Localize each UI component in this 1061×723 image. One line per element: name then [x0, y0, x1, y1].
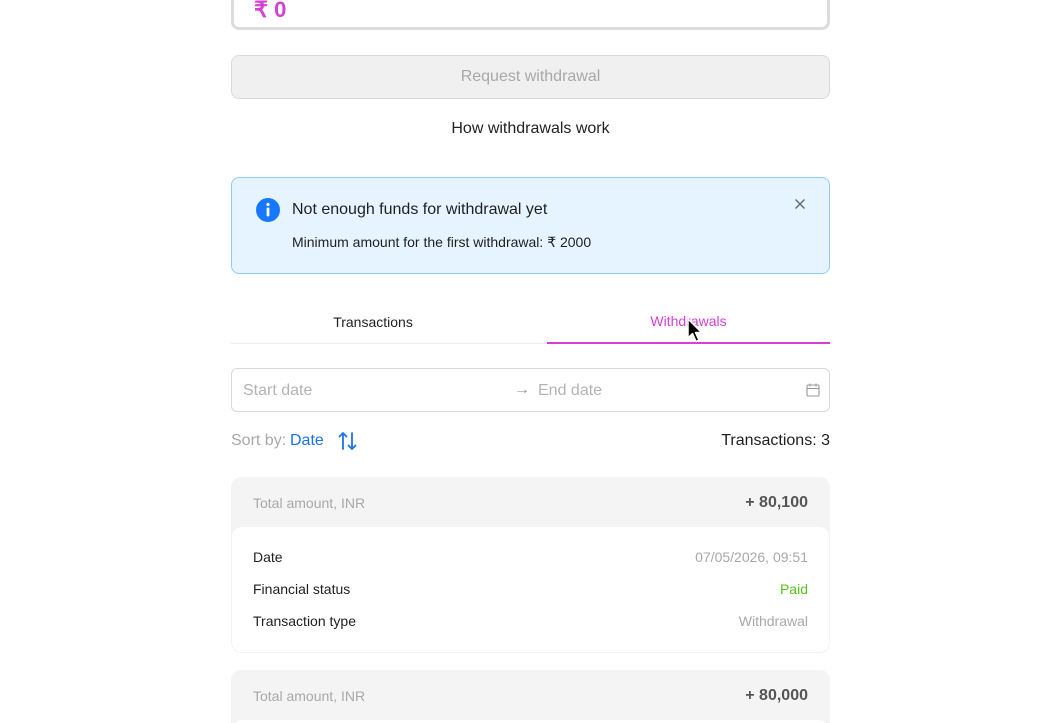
- row-key: Financial status: [253, 581, 351, 597]
- request-withdrawal-button[interactable]: Request withdrawal: [231, 55, 830, 99]
- total-amount-value: + 80,100: [745, 494, 808, 511]
- sort-label: Sort by:: [231, 432, 287, 449]
- amount-value: ₹ 0: [254, 0, 287, 22]
- financial-status-row: Financial status Paid: [253, 581, 808, 601]
- card-header: Total amount, INR + 80,000: [231, 670, 830, 720]
- row-value: Withdrawal: [738, 613, 808, 629]
- total-amount-value: + 80,000: [745, 687, 808, 704]
- sort-field-selector[interactable]: Date: [290, 432, 324, 450]
- sort-icon[interactable]: [337, 430, 359, 452]
- alert-description: Minimum amount for the first withdrawal:…: [292, 234, 592, 250]
- status-badge: Paid: [779, 581, 808, 597]
- card-details: Date 07/05/2026, 09:51 Financial status …: [232, 527, 829, 652]
- total-amount-label: Total amount, INR: [253, 688, 366, 704]
- history-tabs: Transactions Withdrawals: [231, 300, 830, 344]
- date-row: Date 07/05/2026, 09:51: [253, 549, 808, 569]
- sort-row: Sort by: Date Transactions: 3: [231, 430, 830, 452]
- card-header: Total amount, INR + 80,100: [231, 477, 830, 527]
- range-arrow-icon: →: [514, 381, 530, 398]
- transaction-card[interactable]: Total amount, INR + 80,100 Date 07/05/20…: [231, 477, 830, 653]
- transaction-card[interactable]: Total amount, INR + 80,000: [231, 670, 830, 723]
- row-key: Date: [253, 549, 283, 565]
- start-date-input[interactable]: Start date: [243, 382, 312, 400]
- insufficient-funds-alert: Not enough funds for withdrawal yet Mini…: [231, 177, 830, 274]
- total-amount-label: Total amount, INR: [253, 495, 366, 511]
- info-icon: [256, 198, 280, 222]
- tab-transactions[interactable]: Transactions: [231, 300, 515, 344]
- calendar-icon[interactable]: [806, 383, 820, 397]
- close-icon[interactable]: [792, 196, 808, 212]
- row-value: 07/05/2026, 09:51: [695, 549, 808, 565]
- amount-input[interactable]: ₹ 0: [231, 0, 830, 30]
- how-withdrawals-work-link[interactable]: How withdrawals work: [231, 120, 830, 138]
- transaction-type-row: Transaction type Withdrawal: [253, 613, 808, 633]
- date-range-picker[interactable]: Start date → End date: [231, 368, 830, 412]
- end-date-input[interactable]: End date: [538, 382, 602, 400]
- transactions-count: Transactions: 3: [721, 432, 830, 449]
- row-key: Transaction type: [253, 613, 356, 629]
- alert-title: Not enough funds for withdrawal yet: [292, 201, 548, 218]
- mouse-cursor-icon: [687, 318, 703, 343]
